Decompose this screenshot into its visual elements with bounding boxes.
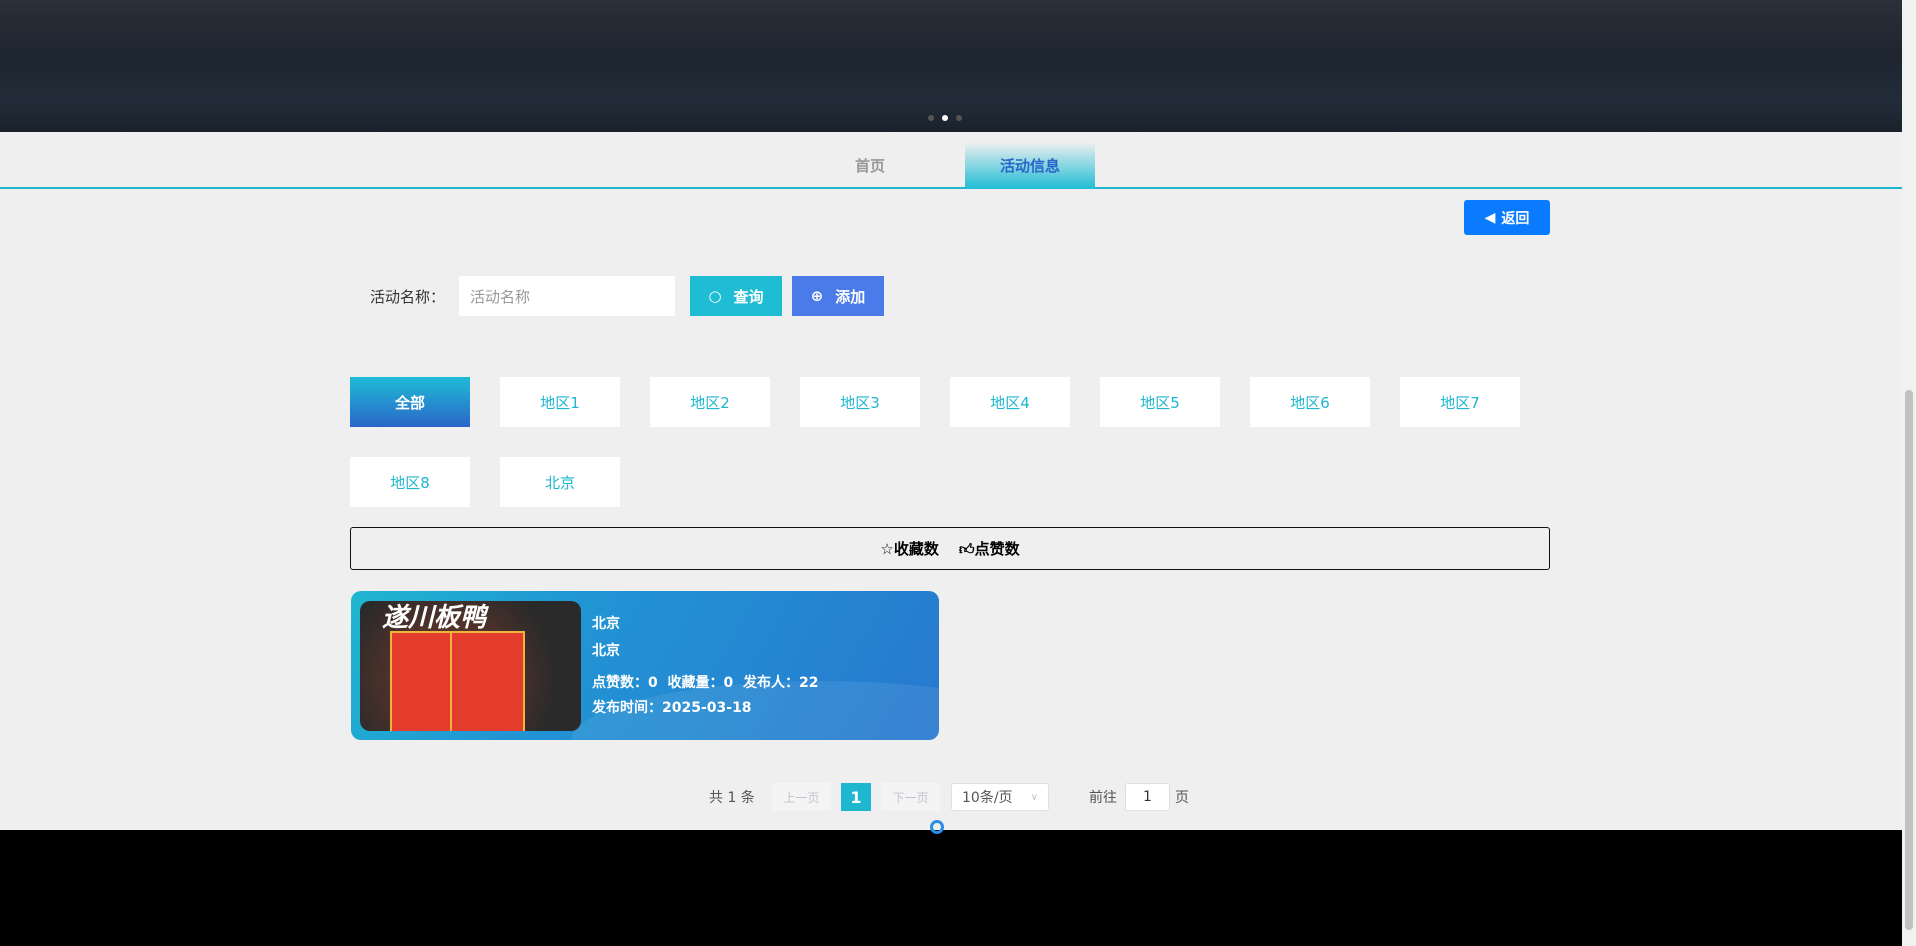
carousel-dot-active[interactable] <box>942 115 948 121</box>
tab-home[interactable]: 首页 <box>805 142 935 189</box>
query-label: 查询 <box>733 287 764 306</box>
search-label: 活动名称： <box>370 288 446 306</box>
page-1-button[interactable]: 1 <box>841 783 871 811</box>
image-title: 遂川板鸭 <box>382 603 487 633</box>
carousel-dots <box>928 115 962 121</box>
sort-likes-label: 点赞数 <box>974 540 1020 558</box>
category-item[interactable]: 地区5 <box>1100 377 1220 427</box>
add-label: 添加 <box>835 287 866 306</box>
loading-cursor-icon <box>930 820 944 834</box>
card-title: 北京 <box>592 616 620 632</box>
search-icon: ○ <box>708 287 722 305</box>
back-button[interactable]: ◀ 返回 <box>1464 200 1550 235</box>
carousel-dot[interactable] <box>956 115 962 121</box>
category-item[interactable]: 北京 <box>500 457 620 507</box>
page-size-select[interactable]: 10条/页 ∨ <box>951 783 1049 811</box>
activity-image: 遂川板鸭 <box>360 601 581 731</box>
tab-activity-info[interactable]: 活动信息 <box>965 142 1095 189</box>
page-suffix: 页 <box>1175 790 1189 806</box>
prev-page-button[interactable]: 上一页 <box>772 783 831 811</box>
sort-bar: ☆收藏数 👍︎点赞数 <box>350 527 1550 570</box>
card-stats: 点赞数：0 收藏量：0 发布人：22 <box>592 675 819 691</box>
card-region: 北京 <box>592 643 620 659</box>
category-item[interactable]: 地区7 <box>1400 377 1520 427</box>
banner-carousel[interactable] <box>0 0 1902 132</box>
activity-card[interactable]: 遂川板鸭 北京 北京 点赞数：0 收藏量：0 发布人：22 发布时间：2025-… <box>351 591 939 740</box>
carousel-dot[interactable] <box>928 115 934 121</box>
sort-likes[interactable]: 👍︎点赞数 <box>959 538 1020 559</box>
top-nav: 首页 活动信息 <box>0 132 1902 189</box>
thumbs-up-icon: 👍︎ <box>958 540 975 558</box>
scrollbar-thumb[interactable] <box>1905 390 1913 930</box>
category-all[interactable]: 全部 <box>350 377 470 427</box>
caret-left-icon: ◀ <box>1484 209 1496 226</box>
category-item[interactable]: 地区6 <box>1250 377 1370 427</box>
goto-label: 前往 <box>1089 790 1117 806</box>
next-page-button[interactable]: 下一页 <box>881 783 940 811</box>
plus-circle-icon: ⊕ <box>810 287 824 305</box>
card-publish-time: 发布时间：2025-03-18 <box>592 700 752 716</box>
chevron-down-icon: ∨ <box>1030 791 1038 803</box>
category-item[interactable]: 地区4 <box>950 377 1070 427</box>
back-label: 返回 <box>1501 210 1530 227</box>
scrollbar[interactable] <box>1902 0 1916 946</box>
pagination-total: 共 1 条 <box>709 790 755 806</box>
goto-page-input[interactable]: 1 <box>1125 783 1170 811</box>
page: 首页 活动信息 ◀ 返回 活动名称： 活动名称 ○ 查询 ⊕ 添加 全部 地区1 地区… <box>0 0 1902 830</box>
page-size-value: 10条/页 <box>962 790 1013 806</box>
add-button[interactable]: ⊕ 添加 <box>792 276 884 316</box>
category-item[interactable]: 地区1 <box>500 377 620 427</box>
query-button[interactable]: ○ 查询 <box>690 276 782 316</box>
category-item[interactable]: 地区3 <box>800 377 920 427</box>
category-item[interactable]: 地区8 <box>350 457 470 507</box>
sort-favorites[interactable]: ☆收藏数 <box>880 538 938 559</box>
sort-favorites-label: 收藏数 <box>893 540 939 558</box>
category-item[interactable]: 地区2 <box>650 377 770 427</box>
star-icon: ☆ <box>880 540 894 558</box>
activity-name-input[interactable]: 活动名称 <box>459 276 675 316</box>
